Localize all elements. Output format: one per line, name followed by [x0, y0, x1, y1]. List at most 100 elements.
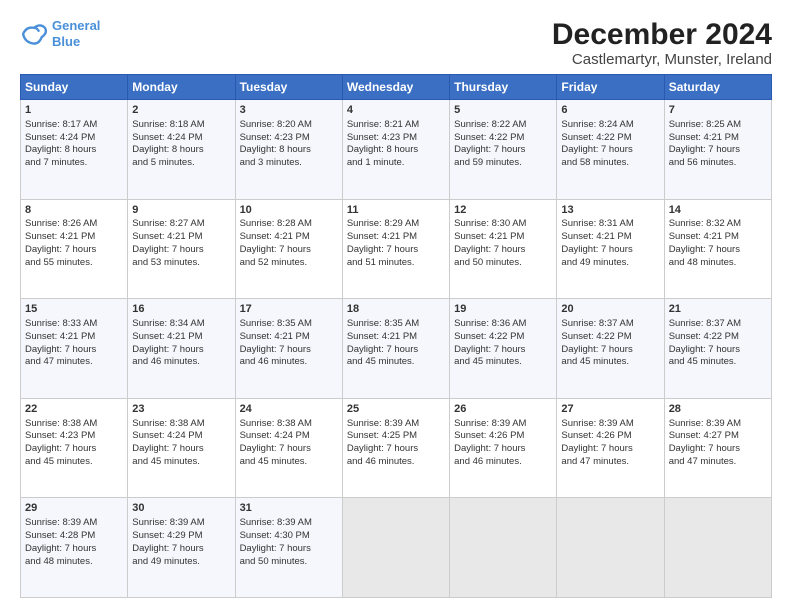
- day-info-line: Daylight: 7 hours: [25, 344, 123, 357]
- day-cell: 15Sunrise: 8:33 AMSunset: 4:21 PMDayligh…: [21, 299, 128, 399]
- day-info-line: Daylight: 7 hours: [669, 344, 767, 357]
- day-info-line: Sunrise: 8:39 AM: [561, 418, 659, 431]
- day-info-line: and 47 minutes.: [25, 356, 123, 369]
- day-info-line: Sunrise: 8:35 AM: [240, 318, 338, 331]
- week-row-2: 8Sunrise: 8:26 AMSunset: 4:21 PMDaylight…: [21, 199, 772, 299]
- day-info-line: Daylight: 8 hours: [240, 144, 338, 157]
- day-info-line: and 46 minutes.: [347, 456, 445, 469]
- day-header-thursday: Thursday: [450, 75, 557, 100]
- day-info-line: Sunrise: 8:38 AM: [25, 418, 123, 431]
- day-cell: 21Sunrise: 8:37 AMSunset: 4:22 PMDayligh…: [664, 299, 771, 399]
- day-info-line: and 48 minutes.: [669, 257, 767, 270]
- day-header-saturday: Saturday: [664, 75, 771, 100]
- day-cell: 8Sunrise: 8:26 AMSunset: 4:21 PMDaylight…: [21, 199, 128, 299]
- day-info-line: Daylight: 7 hours: [240, 244, 338, 257]
- day-info-line: Sunrise: 8:20 AM: [240, 119, 338, 132]
- day-info-line: Sunrise: 8:29 AM: [347, 218, 445, 231]
- day-info-line: Sunset: 4:24 PM: [240, 430, 338, 443]
- day-info-line: Sunset: 4:21 PM: [240, 331, 338, 344]
- day-info-line: Sunset: 4:21 PM: [561, 231, 659, 244]
- day-info-line: Sunset: 4:21 PM: [347, 331, 445, 344]
- day-info-line: Sunrise: 8:26 AM: [25, 218, 123, 231]
- logo-text: General Blue: [52, 18, 100, 49]
- day-info-line: Sunset: 4:23 PM: [240, 132, 338, 145]
- day-cell: 10Sunrise: 8:28 AMSunset: 4:21 PMDayligh…: [235, 199, 342, 299]
- day-info-line: and 48 minutes.: [25, 556, 123, 569]
- day-info-line: Sunrise: 8:27 AM: [132, 218, 230, 231]
- week-row-1: 1Sunrise: 8:17 AMSunset: 4:24 PMDaylight…: [21, 100, 772, 200]
- day-header-sunday: Sunday: [21, 75, 128, 100]
- day-number: 31: [240, 501, 338, 516]
- day-info-line: and 49 minutes.: [561, 257, 659, 270]
- day-cell: [557, 498, 664, 598]
- day-number: 21: [669, 302, 767, 317]
- day-info-line: Sunset: 4:21 PM: [669, 132, 767, 145]
- day-info-line: Daylight: 7 hours: [132, 543, 230, 556]
- day-info-line: and 47 minutes.: [561, 456, 659, 469]
- day-cell: 19Sunrise: 8:36 AMSunset: 4:22 PMDayligh…: [450, 299, 557, 399]
- day-number: 15: [25, 302, 123, 317]
- day-info-line: Daylight: 7 hours: [240, 543, 338, 556]
- day-number: 5: [454, 103, 552, 118]
- day-info-line: Daylight: 7 hours: [454, 344, 552, 357]
- day-number: 11: [347, 203, 445, 218]
- day-info-line: and 45 minutes.: [454, 356, 552, 369]
- day-cell: 4Sunrise: 8:21 AMSunset: 4:23 PMDaylight…: [342, 100, 449, 200]
- subtitle: Castlemartyr, Munster, Ireland: [552, 51, 772, 68]
- day-info-line: Sunset: 4:21 PM: [240, 231, 338, 244]
- day-info-line: Daylight: 7 hours: [561, 443, 659, 456]
- day-info-line: and 45 minutes.: [132, 456, 230, 469]
- day-info-line: Sunrise: 8:36 AM: [454, 318, 552, 331]
- header: General Blue December 2024 Castlemartyr,…: [20, 18, 772, 68]
- day-info-line: Daylight: 7 hours: [347, 344, 445, 357]
- page: General Blue December 2024 Castlemartyr,…: [0, 0, 792, 612]
- day-info-line: Sunset: 4:23 PM: [25, 430, 123, 443]
- day-info-line: Sunrise: 8:39 AM: [454, 418, 552, 431]
- day-info-line: Daylight: 7 hours: [561, 144, 659, 157]
- day-info-line: Sunset: 4:21 PM: [132, 231, 230, 244]
- calendar-header: SundayMondayTuesdayWednesdayThursdayFrid…: [21, 75, 772, 100]
- day-header-friday: Friday: [557, 75, 664, 100]
- day-info-line: Sunset: 4:24 PM: [132, 430, 230, 443]
- day-cell: 31Sunrise: 8:39 AMSunset: 4:30 PMDayligh…: [235, 498, 342, 598]
- day-info-line: Daylight: 7 hours: [25, 244, 123, 257]
- day-info-line: Sunset: 4:22 PM: [561, 132, 659, 145]
- week-row-4: 22Sunrise: 8:38 AMSunset: 4:23 PMDayligh…: [21, 398, 772, 498]
- day-info-line: Sunset: 4:22 PM: [561, 331, 659, 344]
- day-number: 6: [561, 103, 659, 118]
- day-info-line: Daylight: 7 hours: [454, 144, 552, 157]
- day-info-line: Sunrise: 8:37 AM: [561, 318, 659, 331]
- day-cell: [342, 498, 449, 598]
- day-cell: 20Sunrise: 8:37 AMSunset: 4:22 PMDayligh…: [557, 299, 664, 399]
- day-cell: 7Sunrise: 8:25 AMSunset: 4:21 PMDaylight…: [664, 100, 771, 200]
- day-number: 25: [347, 402, 445, 417]
- day-info-line: Sunset: 4:27 PM: [669, 430, 767, 443]
- day-info-line: Sunrise: 8:34 AM: [132, 318, 230, 331]
- day-info-line: Sunset: 4:26 PM: [454, 430, 552, 443]
- day-cell: 2Sunrise: 8:18 AMSunset: 4:24 PMDaylight…: [128, 100, 235, 200]
- day-cell: [450, 498, 557, 598]
- day-cell: [664, 498, 771, 598]
- day-info-line: Daylight: 7 hours: [132, 244, 230, 257]
- day-info-line: and 50 minutes.: [454, 257, 552, 270]
- day-info-line: Sunrise: 8:21 AM: [347, 119, 445, 132]
- day-info-line: and 45 minutes.: [25, 456, 123, 469]
- day-info-line: Daylight: 7 hours: [240, 443, 338, 456]
- day-cell: 22Sunrise: 8:38 AMSunset: 4:23 PMDayligh…: [21, 398, 128, 498]
- day-info-line: Sunrise: 8:31 AM: [561, 218, 659, 231]
- day-info-line: Daylight: 8 hours: [347, 144, 445, 157]
- day-number: 8: [25, 203, 123, 218]
- day-info-line: Sunrise: 8:17 AM: [25, 119, 123, 132]
- calendar-table: SundayMondayTuesdayWednesdayThursdayFrid…: [20, 74, 772, 598]
- day-info-line: and 1 minute.: [347, 157, 445, 170]
- day-cell: 13Sunrise: 8:31 AMSunset: 4:21 PMDayligh…: [557, 199, 664, 299]
- day-info-line: Sunrise: 8:39 AM: [347, 418, 445, 431]
- day-info-line: Sunset: 4:22 PM: [454, 132, 552, 145]
- day-cell: 12Sunrise: 8:30 AMSunset: 4:21 PMDayligh…: [450, 199, 557, 299]
- day-number: 19: [454, 302, 552, 317]
- day-info-line: and 51 minutes.: [347, 257, 445, 270]
- calendar-body: 1Sunrise: 8:17 AMSunset: 4:24 PMDaylight…: [21, 100, 772, 598]
- day-number: 30: [132, 501, 230, 516]
- day-number: 16: [132, 302, 230, 317]
- day-info-line: Daylight: 7 hours: [25, 543, 123, 556]
